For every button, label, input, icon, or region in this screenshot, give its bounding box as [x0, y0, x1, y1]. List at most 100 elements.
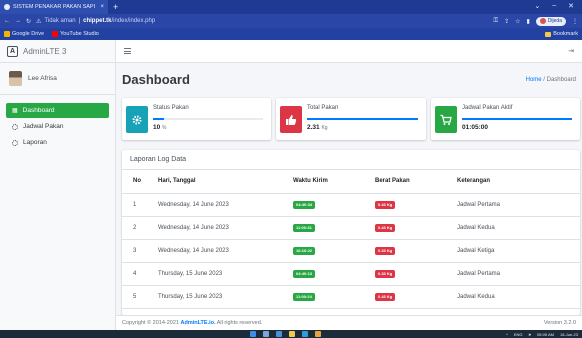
user-panel[interactable]: Lee Afrisa [0, 63, 115, 95]
star-icon[interactable]: ☆ [515, 18, 520, 25]
folder-icon [545, 31, 552, 37]
bookmark-google-drive[interactable]: Google Drive [4, 31, 44, 37]
file-explorer-icon[interactable] [289, 331, 295, 337]
cell-no: 1 [122, 193, 158, 217]
time-badge: 11:00:31 [293, 223, 315, 232]
sidebar-item-dashboard[interactable]: ▦ Dashboard [6, 103, 109, 118]
progress-fill [153, 118, 164, 120]
card-title: Laporan Log Data [122, 150, 580, 170]
cell-weight: 0.43 Kg [375, 216, 457, 240]
minimize-icon[interactable]: – [552, 2, 556, 10]
log-data-card: Laporan Log Data No Hari, Tanggal Waktu … [122, 150, 580, 315]
site-favicon-icon [4, 4, 10, 10]
weight-badge: 0.43 Kg [375, 223, 396, 232]
youtube-icon [52, 31, 59, 37]
info-box-label: Total Pakan [307, 105, 339, 111]
footer-version: Version 3.2.0 [543, 320, 576, 326]
more-icon[interactable]: ⋮ [572, 18, 578, 25]
key-icon[interactable]: ⚿ [494, 18, 499, 25]
close-window-icon[interactable]: ✕ [568, 2, 574, 10]
info-box-value: 2.31 Kg [307, 124, 328, 131]
sidebar-item-jadwal-pakan[interactable]: Jadwal Pakan [6, 119, 109, 134]
gear-icon [126, 106, 148, 133]
store-icon[interactable] [302, 331, 308, 337]
column-header-note: Keterangan [457, 170, 580, 194]
reload-icon[interactable]: ↻ [26, 18, 31, 25]
gear-icon [12, 123, 18, 130]
all-bookmarks-label: Bookmark [553, 31, 578, 37]
column-header-time: Waktu Kirim [293, 170, 375, 194]
footer-copyright: Copyright © 2014-2021 AdminLTE.io. All r… [122, 320, 262, 326]
warning-icon: ⚠ [36, 18, 42, 25]
sidebar-item-laporan[interactable]: Laporan [6, 135, 109, 150]
table-row: 2 Wednesday, 14 June 2023 11:00:31 0.43 Kg J… [122, 216, 580, 240]
cell-time: 16:10:22 [293, 239, 375, 263]
profile-button[interactable]: Dijeda [535, 16, 566, 26]
hamburger-menu-icon[interactable] [124, 48, 131, 54]
taskbar-apps [250, 331, 321, 337]
window-controls: ⌄ – ✕ [534, 2, 574, 10]
dashboard-icon: ▦ [12, 108, 18, 114]
bookmark-youtube-studio[interactable]: YouTube Studio [52, 31, 99, 37]
chevron-down-icon[interactable]: ⌄ [534, 2, 540, 10]
footer-brand-link[interactable]: AdminLTE.io. [180, 320, 215, 326]
brand-link[interactable]: A AdminLTE 3 [0, 40, 115, 63]
bookmark-label: Google Drive [12, 31, 45, 37]
url-field[interactable]: ⚠ Tidak aman | chippet.tk/index/index.ph… [36, 18, 488, 25]
logout-icon[interactable]: ⇥ [568, 47, 574, 55]
browser-tab-bar: SISTEM PENAKAR PAKAN SAPI × + ⌄ – ✕ [0, 0, 582, 14]
taskbar-language[interactable]: ENG [514, 332, 523, 337]
sidepanel-icon[interactable]: ▮ [527, 18, 530, 25]
cell-no: 3 [122, 239, 158, 263]
chevron-up-icon[interactable]: ^ [506, 332, 508, 337]
info-box-label: Jadwal Pakan Aktif [462, 105, 513, 111]
back-icon[interactable]: ← [4, 18, 10, 24]
cell-date: Wednesday, 14 June 2023 [158, 216, 293, 240]
progress-fill [462, 118, 572, 120]
share-icon[interactable]: ⇪ [504, 18, 509, 25]
cell-time: 04:40:34 [293, 193, 375, 217]
progress-bar [153, 118, 263, 120]
chrome-icon[interactable] [315, 331, 321, 337]
info-box-total-pakan: Total Pakan 2.31 Kg [276, 98, 426, 140]
time-badge: 11:00:24 [293, 292, 315, 301]
cell-note: Jadwal Kedua [457, 216, 580, 240]
sidebar-item-label: Jadwal Pakan [23, 123, 64, 130]
tab-close-icon[interactable]: × [100, 4, 104, 10]
table-row: 5 Thursday, 15 June 2023 11:00:24 0.43 Kg Ja… [122, 285, 580, 309]
top-navbar: ⇥ [116, 40, 582, 63]
gear-icon [12, 139, 18, 146]
cell-note: Jadwal Ketiga [457, 239, 580, 263]
cell-time: 04:40:13 [293, 262, 375, 286]
new-tab-button[interactable]: + [113, 2, 118, 12]
weight-badge: 0.43 Kg [375, 200, 396, 209]
column-header-weight: Berat Pakan [375, 170, 457, 194]
all-bookmarks-button[interactable]: Bookmark [545, 31, 578, 37]
cell-no: 5 [122, 285, 158, 309]
thumbs-up-icon [280, 106, 302, 133]
progress-bar [307, 118, 418, 120]
breadcrumb-home-link[interactable]: Home [526, 77, 542, 83]
browser-tab[interactable]: SISTEM PENAKAR PAKAN SAPI × [0, 0, 108, 14]
table-row: 4 Thursday, 15 June 2023 04:40:13 0.33 Kg Ja… [122, 262, 580, 286]
value-unit: % [162, 125, 167, 131]
url-divider: | [78, 18, 81, 24]
volume-icon[interactable]: 🕪 [529, 332, 532, 337]
taskbar-date[interactable]: 16-Jun-23 [560, 332, 578, 337]
windows-start-icon[interactable] [250, 331, 256, 337]
google-drive-icon [4, 31, 10, 37]
avatar [9, 71, 22, 86]
value-number: 10 [153, 124, 161, 131]
log-data-table: No Hari, Tanggal Waktu Kirim Berat Pakan… [122, 170, 580, 309]
table-header-row: No Hari, Tanggal Waktu Kirim Berat Pakan… [122, 170, 580, 194]
taskbar-time[interactable]: 05:05 AM [537, 332, 554, 337]
forward-icon[interactable]: → [15, 18, 21, 24]
user-name[interactable]: Lee Afrisa [28, 75, 57, 82]
copyright-text: Copyright © 2014-2021 [122, 320, 179, 326]
info-box-value: 01:05:00 [462, 124, 488, 131]
progress-bar [462, 118, 572, 120]
cell-time: 11:00:24 [293, 285, 375, 309]
task-view-icon[interactable] [276, 331, 282, 337]
column-header-no: No [122, 170, 158, 194]
search-icon[interactable] [263, 331, 269, 337]
